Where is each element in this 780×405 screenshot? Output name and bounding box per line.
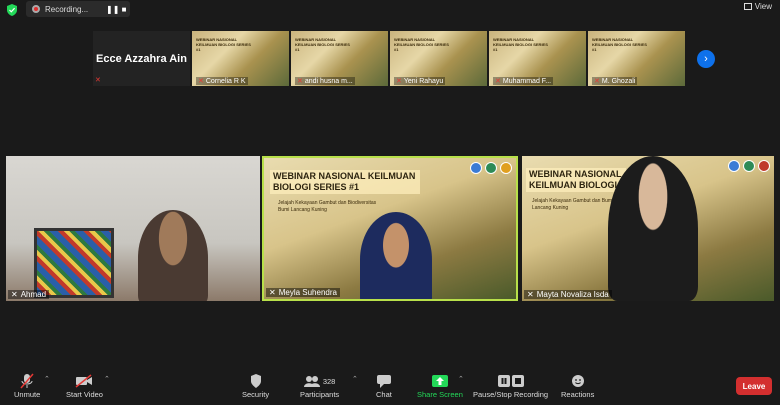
logo-icon — [743, 160, 755, 172]
active-speaker-tile[interactable]: WEBINAR NASIONAL KEILMUAN BIOLOGI SERIES… — [262, 156, 518, 301]
logo-icon — [758, 160, 770, 172]
recording-dot-icon — [32, 5, 40, 13]
webinar-banner-text: WEBINAR NASIONAL KEILMUAN BIOLOGI SERIES… — [295, 37, 350, 52]
leave-button[interactable]: Leave — [736, 377, 772, 395]
logo-icon — [728, 160, 740, 172]
smiley-plus-icon — [571, 372, 585, 390]
mic-muted-icon: ✕ — [11, 290, 18, 299]
participant-name: ✕ Mayta Novaliza Isda — [524, 290, 612, 299]
webinar-banner-text: WEBINAR NASIONAL KEILMUAN BIOLOGI SERIES… — [592, 37, 647, 52]
logo-icon — [485, 162, 497, 174]
audio-options-caret-icon[interactable]: ⌃ — [44, 375, 50, 383]
chat-label: Chat — [376, 390, 392, 399]
logo-icon — [500, 162, 512, 174]
participant-tile[interactable]: WEBINAR NASIONAL KEILMUAN BIOLOGI SERIES… — [489, 31, 586, 86]
mic-muted-icon: ✕ — [495, 78, 501, 85]
wall-painting — [34, 228, 114, 298]
video-tile[interactable]: WEBINAR NASIONAL KEILMUAN BIOLOGI Jelaja… — [522, 156, 774, 301]
participants-icon: 328 — [303, 372, 336, 390]
participant-name: ✕ andi husna m... — [295, 77, 355, 85]
participant-tile[interactable]: Ecce Azzahra Ain ✕ — [93, 31, 190, 86]
mic-muted-icon: ✕ — [527, 290, 534, 299]
mic-muted-icon: ✕ — [269, 288, 276, 297]
webinar-banner-text: WEBINAR NASIONAL KEILMUAN BIOLOGI SERIES… — [196, 37, 251, 52]
logo-icon — [470, 162, 482, 174]
participants-button[interactable]: 328 Participants — [300, 372, 339, 399]
mic-muted-icon: ✕ — [396, 78, 402, 85]
meeting-toolbar: Unmute ⌃ Start Video ⌃ Security 328 Part… — [0, 370, 780, 405]
security-label: Security — [242, 390, 270, 399]
webinar-banner-text: WEBINAR NASIONAL KEILMUAN BIOLOGI SERIES… — [394, 37, 449, 52]
participant-tile[interactable]: WEBINAR NASIONAL KEILMUAN BIOLOGI SERIES… — [588, 31, 685, 86]
participant-name: ✕ Ahmad — [8, 290, 50, 299]
filmstrip: Ecce Azzahra Ain ✕ WEBINAR NASIONAL KEIL… — [93, 31, 685, 86]
participant-video — [138, 210, 208, 301]
mic-muted-icon: ✕ — [594, 78, 600, 85]
webinar-subtitle: Jelajah Kekayaan Gambut dan Biodiversita… — [278, 200, 377, 213]
participant-name: ✕ M. Ghozali — [592, 77, 638, 85]
webinar-title: WEBINAR NASIONAL KEILMUAN BIOLOGI — [526, 168, 626, 192]
participant-name: ✕ Yeni Rahayu — [394, 77, 446, 85]
security-button[interactable]: Security — [242, 372, 269, 399]
view-button[interactable]: View — [743, 2, 772, 11]
share-options-caret-icon[interactable]: ⌃ — [458, 375, 464, 383]
share-screen-icon — [431, 372, 448, 390]
reactions-label: Reactions — [561, 390, 595, 399]
video-off-icon — [75, 372, 93, 390]
mic-muted-icon: ✕ — [95, 77, 101, 84]
chevron-right-icon: › — [704, 53, 708, 65]
stop-recording-icon[interactable]: ■ — [118, 5, 130, 14]
participant-video — [360, 212, 432, 299]
start-video-label: Start Video — [66, 390, 103, 399]
video-tile[interactable]: ✕ Ahmad — [6, 156, 260, 301]
participants-options-caret-icon[interactable]: ⌃ — [352, 375, 358, 383]
participant-tile[interactable]: WEBINAR NASIONAL KEILMUAN BIOLOGI SERIES… — [291, 31, 388, 86]
pause-stop-recording-label: Pause/Stop Recording — [473, 390, 549, 399]
unmute-label: Unmute — [14, 390, 41, 399]
pause-stop-recording-button[interactable]: Pause/Stop Recording — [473, 372, 548, 399]
chat-button[interactable]: Chat — [376, 372, 392, 399]
next-page-button[interactable]: › — [697, 50, 715, 68]
video-options-caret-icon[interactable]: ⌃ — [104, 375, 110, 383]
pause-recording-icon[interactable]: ❚❚ — [106, 5, 119, 14]
share-screen-button[interactable]: Share Screen — [417, 372, 463, 399]
grid-icon — [743, 3, 752, 10]
mic-muted-icon: ✕ — [297, 78, 303, 85]
chat-bubble-icon — [376, 372, 391, 390]
webinar-banner-text: WEBINAR NASIONAL KEILMUAN BIOLOGI SERIES… — [493, 37, 548, 52]
security-shield-icon — [250, 372, 262, 390]
recording-indicator: Recording... ❚❚ ■ — [26, 1, 130, 17]
participants-count: 328 — [322, 376, 336, 386]
participant-name: ✕ Muhammad F... — [493, 77, 554, 85]
view-label: View — [754, 2, 772, 11]
reactions-button[interactable]: Reactions — [561, 372, 594, 399]
participant-tile[interactable]: WEBINAR NASIONAL KEILMUAN BIOLOGI SERIES… — [390, 31, 487, 86]
share-screen-label: Share Screen — [417, 390, 463, 399]
mic-muted-icon: ✕ — [198, 78, 204, 85]
participant-name-large: Ecce Azzahra Ain — [96, 52, 187, 65]
start-video-button[interactable]: Start Video — [66, 372, 103, 399]
participants-label: Participants — [300, 390, 340, 399]
recording-label: Recording... — [45, 4, 89, 14]
logos — [728, 160, 770, 172]
participant-name: ✕ Cornelia R K — [196, 77, 248, 85]
pause-stop-icon — [497, 372, 524, 390]
webinar-title: WEBINAR NASIONAL KEILMUAN BIOLOGI SERIES… — [270, 170, 420, 194]
shield-icon[interactable] — [6, 4, 18, 16]
mic-muted-icon — [20, 372, 34, 390]
participant-name: ✕ Meyla Suhendra — [266, 288, 340, 297]
participant-video — [608, 156, 698, 301]
participant-tile[interactable]: WEBINAR NASIONAL KEILMUAN BIOLOGI SERIES… — [192, 31, 289, 86]
unmute-button[interactable]: Unmute — [14, 372, 40, 399]
logos — [470, 162, 512, 174]
